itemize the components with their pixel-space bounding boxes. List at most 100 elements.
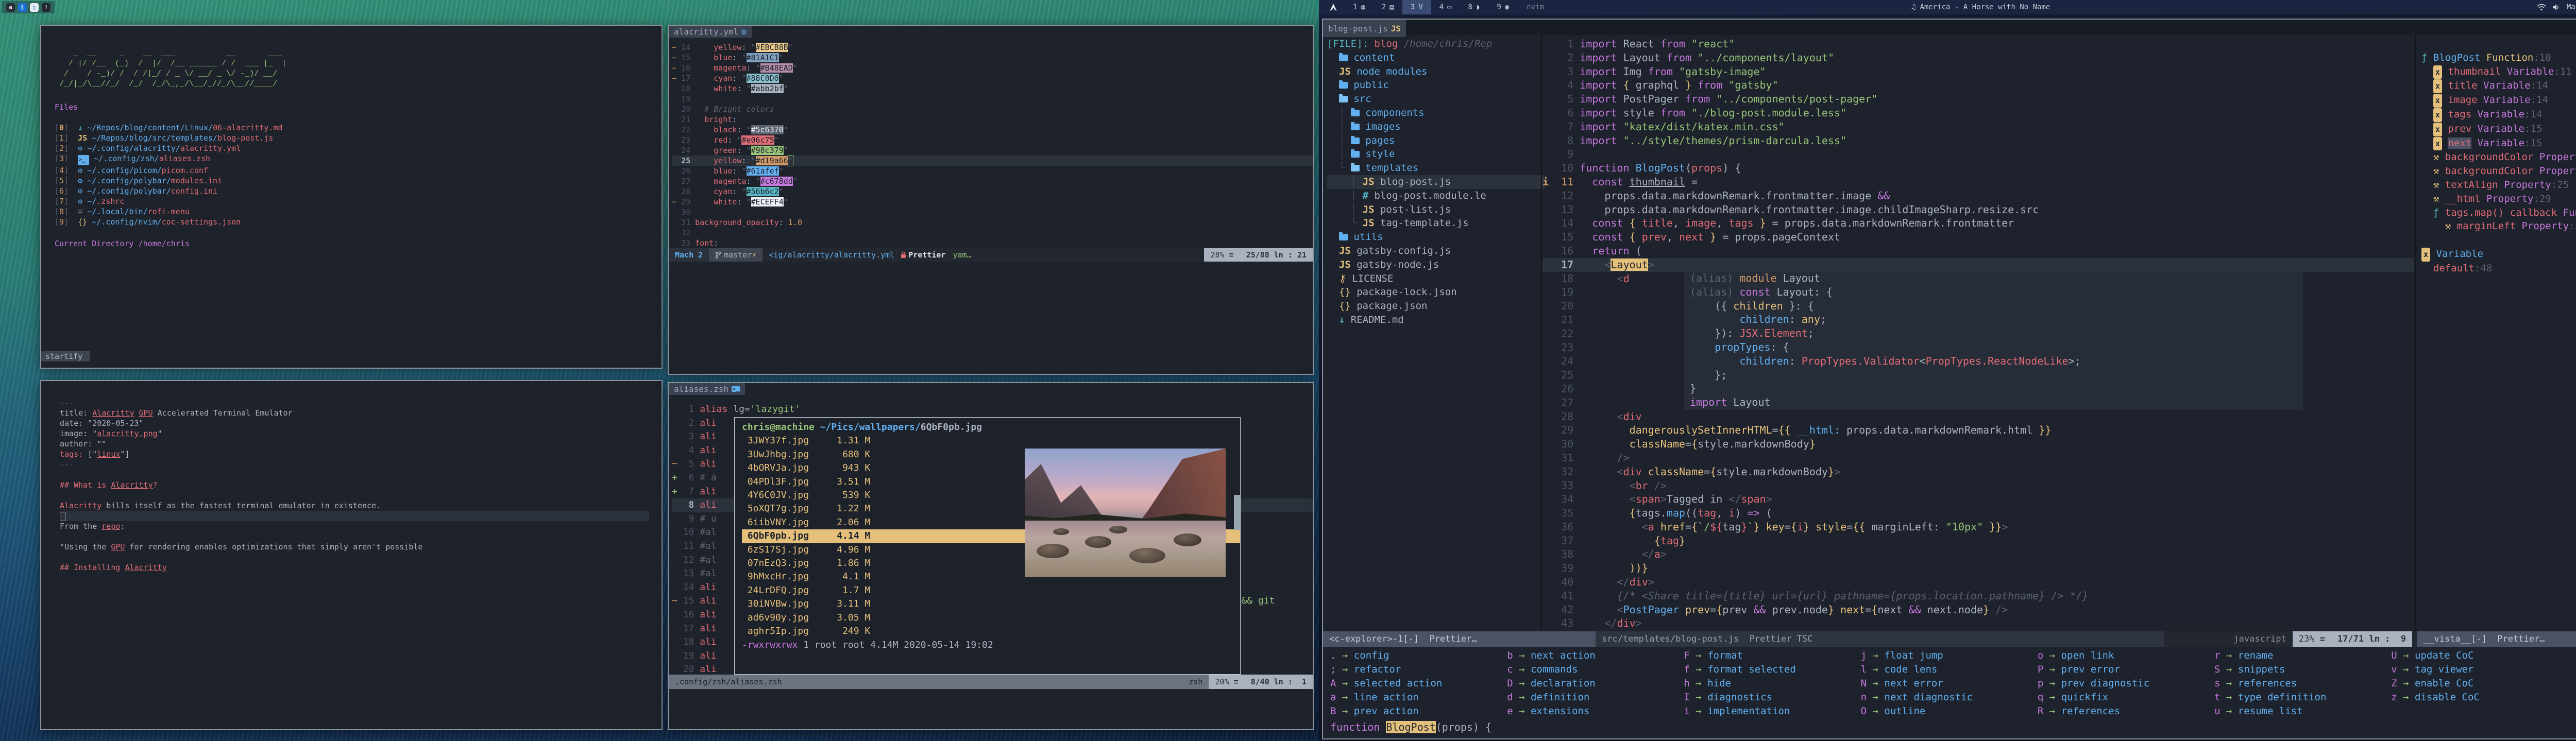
vista-item[interactable]: ⚒ __html Property:29 [2421,192,2576,206]
explorer-item[interactable]: [FILE]: blog /home/chris/Rep [1327,37,1545,51]
code-line[interactable]: 35 {tags.map((tag, i) => ( [1543,506,2414,520]
code-line[interactable]: 23 red: "#e06c75" [672,135,1313,145]
code-line[interactable]: 31 /> [1543,451,2414,465]
code-line[interactable]: 25 yellow: "#d19a66" [672,156,1313,166]
code-line[interactable]: 24 green: "#98c379" [672,145,1313,156]
explorer-item[interactable]: │ images [1327,120,1545,134]
code-line[interactable]: 30 [672,207,1313,217]
vista-item[interactable] [2421,233,2576,247]
startify-entry[interactable]: [9] {} ~/.config/nvim/coc-settings.json [55,217,662,227]
code-line[interactable]: 10 function BlogPost(props) { [1543,161,2414,175]
lf-file-row[interactable]: 3JWY37f.jpg 1.31 M [742,434,1240,447]
startify-entry[interactable]: [8] ≣ ~/.local/bin/rofi-menu [55,206,662,217]
explorer-item[interactable]: JS node_modules [1327,65,1545,79]
vista-item[interactable]: ⚒ textAlign Property:25 [2421,178,2576,192]
code-line[interactable]: 18 white: "#abb2bf" [672,83,1313,94]
vista-item[interactable]: x image Variable:14 [2421,93,2576,108]
explorer-item[interactable]: public [1327,78,1545,92]
tab-aliases-zsh[interactable]: aliases.zsh>_ [669,383,745,395]
code-line[interactable]: 14 const { title, image, tags } = props.… [1543,216,2414,230]
code-line[interactable]: 34 <span>Tagged in </span> [1543,492,2414,506]
code-line[interactable]: 33 font: [672,238,1313,248]
explorer-item[interactable]: JS gatsby-node.js [1327,258,1545,272]
explorer-item[interactable]: utils [1327,230,1545,244]
vista-item[interactable]: x Variable [2421,247,2576,262]
explorer-item[interactable]: │ components [1327,106,1545,120]
vista-item[interactable]: x prev Variable:15 [2421,122,2576,136]
code-line[interactable]: 41 {/* <Share title={title} url={url} pa… [1543,589,2414,603]
code-line[interactable]: 17 <Layout> [1543,258,2414,272]
workspace-9[interactable]: 9◉ [1488,0,1517,14]
code-line[interactable]: 42 <PostPager prev={prev && prev.node} n… [1543,603,2414,617]
startify-entry[interactable]: [1] JS ~/Repos/blog/src/templates/blog-p… [55,133,662,143]
code-line[interactable]: 19 [672,94,1313,104]
vista-item[interactable]: ⚒ backgroundColor Property: [2421,150,2576,164]
explorer-item[interactable]: │ style [1327,147,1545,161]
code-line[interactable]: 12 props.data.markdownRemark.frontmatter… [1543,189,2414,203]
lf-file-row[interactable]: 30iNVBw.jpg 3.11 M [742,597,1240,611]
explorer-item[interactable]: │ # blog-post.module.le [1327,189,1545,203]
explorer-item[interactable]: {} package-lock.json [1327,285,1545,299]
code-line[interactable]: ~ 15 blue: "#81A1C1" [672,53,1313,63]
explorer-item[interactable]: └ templates [1327,161,1545,175]
code-line[interactable]: 36 <a href={`/${tag}`} key={i} style={{ … [1543,520,2414,534]
vista-item[interactable]: x thumbnail Variable:11 [2421,65,2576,79]
vista-item[interactable]: x tags Variable:14 [2421,108,2576,122]
code-line[interactable]: 22 black: "#5c6370" [672,125,1313,135]
code-line[interactable]: 4 import { graphql } from "gatsby" [1543,78,2414,92]
date-label[interactable]: May 25, 2020 [2567,3,2576,11]
code-line[interactable]: 38 </a> [1543,547,2414,561]
code-line[interactable]: ~ 16 magenta: "#B48EAD" [672,63,1313,73]
code-line[interactable]: 28 cyan: "#56b6c2" [672,186,1313,197]
explorer-item[interactable]: content [1327,51,1545,65]
workspace-2[interactable]: 2▤ [1374,0,1402,14]
code-line[interactable]: 37 {tag} [1543,534,2414,548]
code-line[interactable]: 26 blue: "#61afef" [672,166,1313,176]
code-line[interactable]: 43 </div> [1543,616,2414,630]
code-line[interactable]: ~ 29 white: "#ECEFF4" [672,197,1313,207]
code-line[interactable]: 31 background_opacity: 1.0 [672,217,1313,228]
workspace-1[interactable]: 1◍ [1345,0,1374,14]
code-line[interactable]: 33 <br /> [1543,479,2414,493]
startify-entry[interactable]: [6] ⚙ ~/.config/polybar/config.ini [55,186,662,196]
explorer-item[interactable]: ⚷ LICENSE [1327,272,1545,286]
wifi-icon[interactable] [2537,4,2546,11]
code-line[interactable]: ~ 17 cyan: "#88C0D0" [672,73,1313,83]
vista-item[interactable]: x next Variable:15 [2421,136,2576,151]
volume-icon[interactable] [2552,4,2561,11]
code-line[interactable]: 1 import React from "react" [1543,37,2414,51]
startify-entry[interactable]: [5] ⚙ ~/.config/polybar/modules.ini [55,176,662,186]
explorer-item[interactable]: │ pages [1327,134,1545,148]
startify-entry[interactable]: [3] >_ ~/.config/zsh/aliases.zsh [55,153,662,165]
code-line[interactable]: 7 import "katex/dist/katex.min.css" [1543,120,2414,134]
startify-entry[interactable]: [7] ⚙ ~/.zshrc [55,196,662,206]
vista-item[interactable]: ƒ tags.map() callback Functi [2421,206,2576,220]
code-line[interactable]: 1 alias lg='lazygit' [672,403,1313,417]
explorer-item[interactable]: src [1327,92,1545,106]
startify-entry[interactable]: [2] ⚙ ~/.config/alacritty/alacritty.yml [55,143,662,153]
code-line[interactable]: 32 <div className={style.markdownBody}> [1543,465,2414,479]
vista-item[interactable]: x title Variable:14 [2421,79,2576,93]
code-line[interactable]: 6 import style from "./blog-post.module.… [1543,106,2414,120]
lf-file-row[interactable]: aghr5Ip.jpg 249 K [742,625,1240,638]
workspace-4[interactable]: 4▭ [1431,0,1460,14]
explorer-item[interactable]: └ JS tag-template.js [1327,216,1545,230]
code-line[interactable]: 9 [1543,147,2414,161]
code-line[interactable]: 16 return ( [1543,244,2414,258]
now-playing[interactable]: ♫ America - A Horse with No Name [1911,0,2050,14]
code-line[interactable]: 40 </div> [1543,575,2414,589]
code-line[interactable]: ~ 14 yellow: "#EBCB8B" [672,42,1313,53]
vista-item[interactable]: default:48 [2421,262,2576,275]
code-line[interactable]: 39 ))} [1543,561,2414,575]
alert-icon[interactable]: ! [42,3,50,12]
code-line[interactable]: 8 import "../style/themes/prism-darcula.… [1543,134,2414,148]
startify-entry[interactable]: [4] ⚙ ~/.config/picom/picom.conf [55,165,662,176]
tab-blog-post-js[interactable]: blog-post.jsJS [1323,20,1406,37]
explorer-item[interactable]: ↓ README.md [1327,313,1545,327]
code-line[interactable]: 3 import Img from "gatsby-image" [1543,65,2414,79]
code-line[interactable]: 20 # Bright colors [672,104,1313,114]
explorer-item[interactable]: │ JS post-list.js [1327,203,1545,217]
vista-item[interactable]: ƒ BlogPost Function:10 [2421,51,2576,65]
lf-scrollbar[interactable] [1234,495,1240,530]
code-line[interactable]: 15 const { prev, next } = props.pageCont… [1543,230,2414,244]
